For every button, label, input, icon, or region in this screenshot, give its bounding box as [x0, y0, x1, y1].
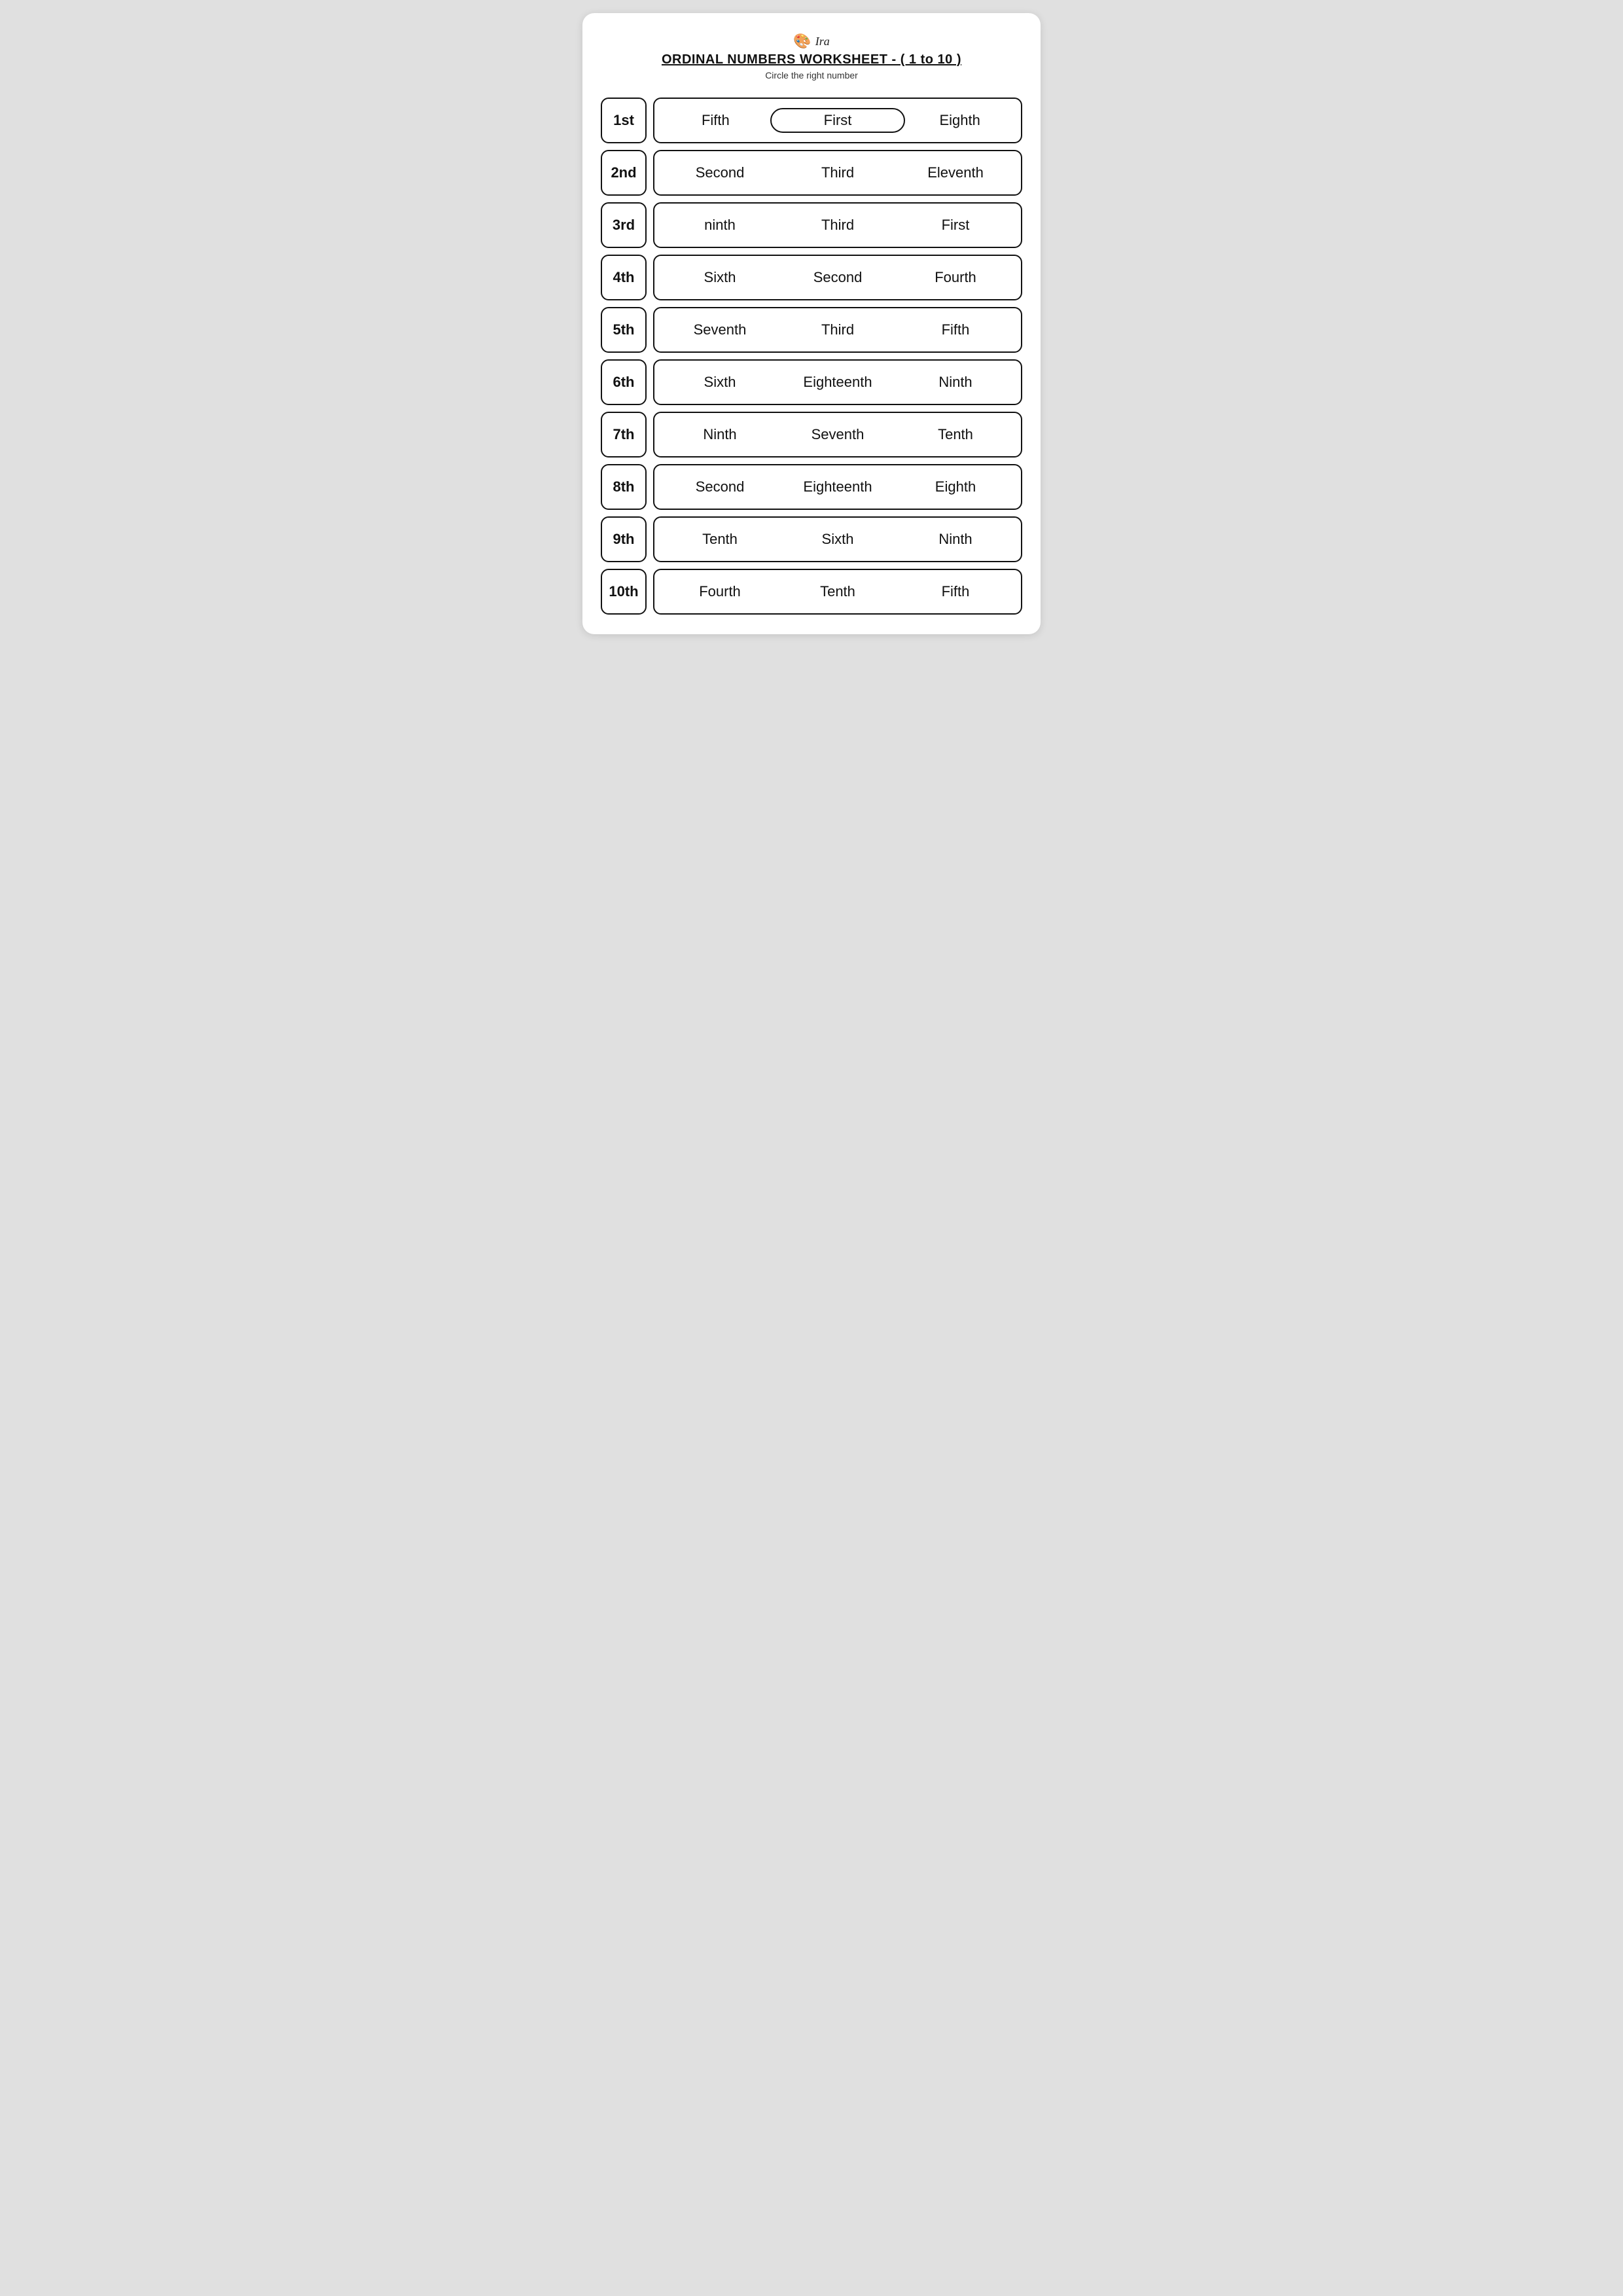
worksheet-row: 8thSecondEighteenthEighth: [601, 464, 1022, 510]
option-text: Ninth: [897, 531, 1014, 548]
option-text: Fifth: [661, 112, 770, 129]
option-text: Third: [779, 164, 897, 181]
ordinal-cell: 10th: [601, 569, 647, 615]
option-text: Fourth: [897, 269, 1014, 286]
options-cell: SecondEighteenthEighth: [653, 464, 1022, 510]
option-text: Seventh: [779, 426, 897, 443]
worksheet-title: ORDINAL NUMBERS WORKSHEET - ( 1 to 10 ): [662, 52, 961, 67]
worksheet-row: 4thSixthSecondFourth: [601, 255, 1022, 300]
option-text: First: [897, 217, 1014, 234]
option-text: Eighth: [897, 478, 1014, 495]
option-text: Fifth: [897, 321, 1014, 338]
options-cell: NinthSeventhTenth: [653, 412, 1022, 457]
option-text: ninth: [661, 217, 779, 234]
header: 🎨 Ira ORDINAL NUMBERS WORKSHEET - ( 1 to…: [601, 33, 1022, 91]
worksheet-row: 7thNinthSeventhTenth: [601, 412, 1022, 457]
options-cell: ninthThirdFirst: [653, 202, 1022, 248]
worksheet-row: 9thTenthSixthNinth: [601, 516, 1022, 562]
ordinal-cell: 4th: [601, 255, 647, 300]
options-cell: SeventhThirdFifth: [653, 307, 1022, 353]
ordinal-cell: 9th: [601, 516, 647, 562]
option-text: Tenth: [897, 426, 1014, 443]
option-text: Seventh: [661, 321, 779, 338]
options-cell: TenthSixthNinth: [653, 516, 1022, 562]
ordinal-cell: 5th: [601, 307, 647, 353]
options-cell: SixthEighteenthNinth: [653, 359, 1022, 405]
options-cell: FourthTenthFifth: [653, 569, 1022, 615]
ordinal-cell: 6th: [601, 359, 647, 405]
option-text: Third: [779, 321, 897, 338]
option-text: Second: [779, 269, 897, 286]
option-text: Fifth: [897, 583, 1014, 600]
options-cell: SecondThirdEleventh: [653, 150, 1022, 196]
option-text: Fourth: [661, 583, 779, 600]
option-text: Third: [779, 217, 897, 234]
worksheet-row: 5thSeventhThirdFifth: [601, 307, 1022, 353]
option-text: Eighteenth: [779, 374, 897, 391]
options-cell: FifthFirstEighth: [653, 98, 1022, 143]
worksheet-row: 3rdninthThirdFirst: [601, 202, 1022, 248]
option-text: Eleventh: [897, 164, 1014, 181]
option-text: Sixth: [661, 374, 779, 391]
ordinal-cell: 1st: [601, 98, 647, 143]
option-text: Ninth: [897, 374, 1014, 391]
option-text: First: [770, 108, 906, 133]
logo-area: 🎨 Ira: [793, 33, 829, 50]
option-text: Eighteenth: [779, 478, 897, 495]
options-cell: SixthSecondFourth: [653, 255, 1022, 300]
option-text: Sixth: [779, 531, 897, 548]
ordinal-cell: 8th: [601, 464, 647, 510]
option-text: Ninth: [661, 426, 779, 443]
ordinal-cell: 2nd: [601, 150, 647, 196]
logo-icon: 🎨: [793, 33, 811, 50]
option-text: Tenth: [779, 583, 897, 600]
option-text: Tenth: [661, 531, 779, 548]
worksheet-row: 2ndSecondThirdEleventh: [601, 150, 1022, 196]
worksheet-row: 6thSixthEighteenthNinth: [601, 359, 1022, 405]
worksheet-page: 🎨 Ira ORDINAL NUMBERS WORKSHEET - ( 1 to…: [582, 13, 1041, 634]
rows-container: 1stFifthFirstEighth2ndSecondThirdElevent…: [601, 98, 1022, 615]
ordinal-cell: 3rd: [601, 202, 647, 248]
logo-text: Ira: [815, 35, 830, 48]
worksheet-row: 10thFourthTenthFifth: [601, 569, 1022, 615]
ordinal-cell: 7th: [601, 412, 647, 457]
worksheet-subtitle: Circle the right number: [765, 70, 858, 81]
worksheet-row: 1stFifthFirstEighth: [601, 98, 1022, 143]
option-text: Second: [661, 478, 779, 495]
option-text: Sixth: [661, 269, 779, 286]
option-text: Second: [661, 164, 779, 181]
option-text: Eighth: [905, 112, 1014, 129]
